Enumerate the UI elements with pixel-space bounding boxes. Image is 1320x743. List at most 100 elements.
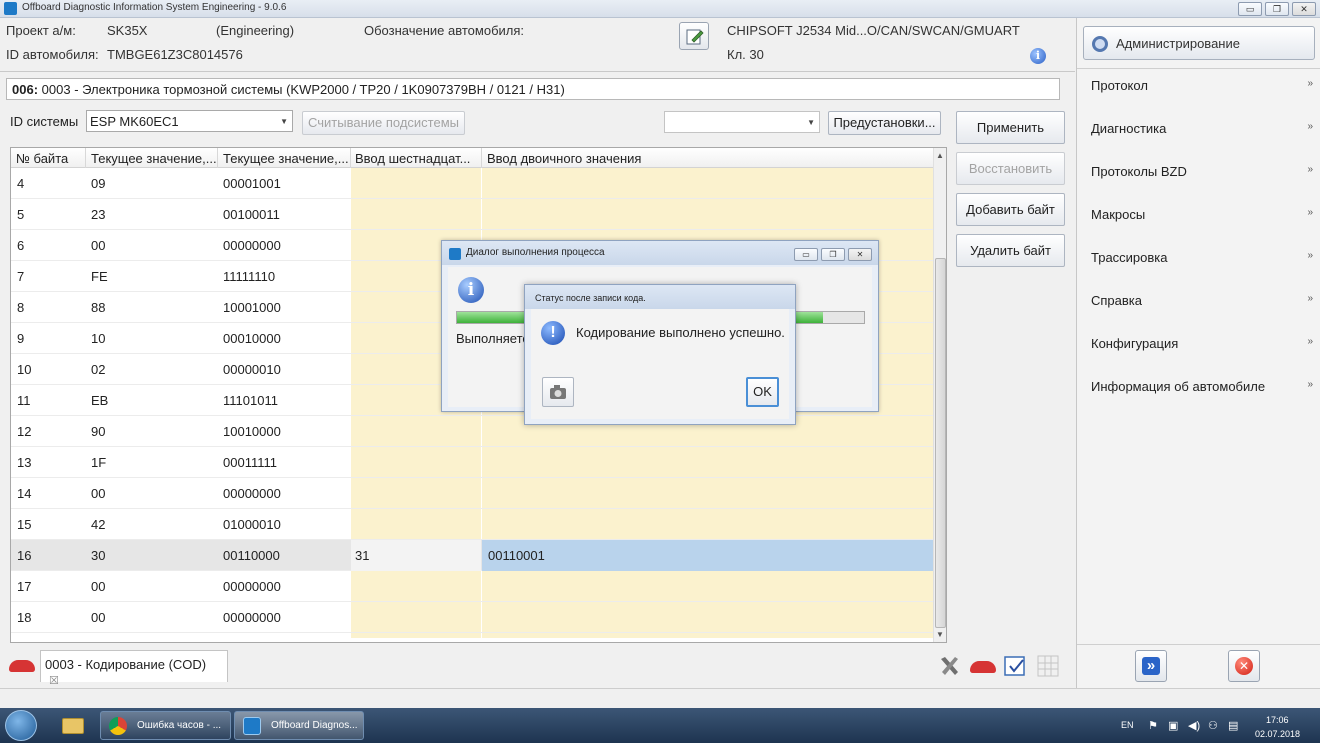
- keyboard-icon[interactable]: ▤: [1228, 719, 1238, 732]
- column-header[interactable]: Ввод двоичного значения: [487, 151, 927, 166]
- delete-byte-button[interactable]: Удалить байт: [956, 234, 1065, 267]
- taskbar-chrome-button[interactable]: Ошибка часов - ...: [100, 711, 231, 740]
- current-hex-cell: 02: [91, 362, 106, 377]
- table-row[interactable]: 13 1F 00011111: [11, 447, 933, 478]
- column-header[interactable]: Ввод шестнадцат...: [355, 151, 482, 166]
- column-divider: [217, 148, 218, 168]
- scrollbar-thumb[interactable]: [935, 258, 946, 628]
- window-titlebar: Offboard Diagnostic Information System E…: [0, 0, 1320, 18]
- scroll-up-icon[interactable]: ▲: [936, 151, 944, 160]
- current-binary-cell: 00110000: [223, 548, 280, 563]
- ok-button[interactable]: OK: [746, 377, 779, 407]
- current-binary-cell: 10001000: [223, 300, 281, 315]
- byte-number-cell: 12: [17, 424, 32, 439]
- status-dialog-body: ! Кодирование выполнено успешно. OK: [531, 309, 789, 419]
- taskbar-chrome-label: Ошибка часов - ...: [137, 720, 222, 731]
- chevron-down-icon: »: [1307, 121, 1313, 132]
- camera-icon: [550, 385, 566, 399]
- tab-close-icon[interactable]: ☒: [49, 675, 59, 687]
- screenshot-button[interactable]: [542, 377, 574, 407]
- administration-button[interactable]: Администрирование: [1083, 26, 1315, 60]
- hex-input-cell[interactable]: 31: [355, 548, 369, 563]
- nav-item-bzd-protocols[interactable]: Протоколы BZD »: [1091, 164, 1313, 184]
- byte-number-cell: 5: [17, 207, 25, 222]
- apply-button[interactable]: Применить: [956, 111, 1065, 144]
- windows-start-icon[interactable]: [5, 710, 37, 741]
- current-hex-cell: 10: [91, 331, 106, 346]
- clock-date[interactable]: 02.07.2018: [1255, 729, 1300, 739]
- nav-item-vehicle-info[interactable]: Информация об автомобиле »: [1091, 379, 1313, 399]
- table-header: № байта Текущее значение,... Текущее зна…: [11, 148, 933, 168]
- nav-item-label: Справка: [1091, 293, 1142, 308]
- chevron-down-icon: ▼: [807, 118, 815, 127]
- forward-button[interactable]: »: [1135, 650, 1167, 682]
- restore-button[interactable]: Восстановить: [956, 152, 1065, 185]
- usb-icon[interactable]: ⚇: [1208, 719, 1218, 732]
- exclamation-icon: !: [541, 321, 565, 345]
- grid-icon[interactable]: [1036, 654, 1060, 678]
- tab-coding[interactable]: 0003 - Кодирование (COD) ☒: [40, 650, 228, 687]
- progress-dialog-titlebar: Диалог выполнения процесса ▭ ❐ ✕: [442, 241, 878, 265]
- column-header[interactable]: № байта: [16, 151, 86, 166]
- byte-number-cell: 9: [17, 331, 25, 346]
- project-label: Проект а/м:: [6, 23, 76, 38]
- close-window-button[interactable]: ✕: [1292, 2, 1316, 16]
- flag-icon[interactable]: ⚑: [1148, 719, 1158, 732]
- table-row[interactable]: 4 09 00001001: [11, 168, 933, 199]
- taskbar-odis-button[interactable]: Offboard Diagnos...: [234, 711, 364, 740]
- table-row[interactable]: 5 23 00100011: [11, 199, 933, 230]
- device-icon[interactable]: ▣: [1168, 719, 1178, 732]
- binary-input-cell[interactable]: 00110001: [488, 548, 545, 563]
- tools-icon[interactable]: [938, 654, 962, 678]
- presets-button[interactable]: Предустановки...: [828, 111, 941, 135]
- table-row[interactable]: 18 00 00000000: [11, 602, 933, 633]
- current-binary-cell: 00000000: [223, 579, 281, 594]
- nav-item-configuration[interactable]: Конфигурация »: [1091, 336, 1313, 356]
- current-hex-cell: 00: [91, 579, 106, 594]
- close-dialog-button[interactable]: ✕: [848, 248, 872, 261]
- folder-icon[interactable]: [58, 711, 88, 740]
- table-row[interactable]: 14 00 00000000: [11, 478, 933, 509]
- minimize-button[interactable]: ▭: [1238, 2, 1262, 16]
- exit-button[interactable]: ✕: [1228, 650, 1260, 682]
- nav-item-protocol[interactable]: Протокол »: [1091, 78, 1313, 98]
- current-hex-cell: EB: [91, 393, 109, 408]
- table-row[interactable]: 15 42 01000010: [11, 509, 933, 540]
- byte-number-cell: 11: [17, 393, 31, 408]
- vertical-scrollbar[interactable]: ▲ ▼: [933, 148, 946, 642]
- progress-dialog-title: Диалог выполнения процесса: [466, 247, 605, 258]
- maximize-button[interactable]: ❐: [1265, 2, 1289, 16]
- minimize-button[interactable]: ▭: [794, 248, 818, 261]
- close-icon: ✕: [1235, 657, 1253, 675]
- clock-time[interactable]: 17:06: [1266, 715, 1289, 725]
- current-hex-cell: 00: [91, 610, 106, 625]
- info-icon[interactable]: i: [1030, 48, 1046, 64]
- nav-item-label: Протокол: [1091, 78, 1148, 93]
- volume-icon[interactable]: ◀): [1188, 719, 1200, 732]
- add-byte-button[interactable]: Добавить байт: [956, 193, 1065, 226]
- column-header[interactable]: Текущее значение,...: [223, 151, 351, 166]
- vehicle-designation-label: Обозначение автомобиля:: [364, 23, 525, 38]
- checklist-icon[interactable]: [1003, 654, 1027, 678]
- column-header[interactable]: Текущее значение,...: [91, 151, 217, 166]
- edit-vehicle-button[interactable]: [679, 22, 709, 50]
- system-id-select[interactable]: ESP MK60EC1 ▼: [86, 110, 293, 132]
- table-row[interactable]: 17 00 00000000: [11, 571, 933, 602]
- language-indicator[interactable]: EN: [1121, 720, 1134, 730]
- nav-item-label: Конфигурация: [1091, 336, 1179, 351]
- system-id-value: ESP MK60EC1: [90, 114, 179, 129]
- car-icon[interactable]: [970, 661, 996, 673]
- chevron-down-icon: »: [1307, 250, 1313, 261]
- nav-item-tracing[interactable]: Трассировка »: [1091, 250, 1313, 270]
- chevron-down-icon: »: [1307, 78, 1313, 89]
- document-tabbar: 0003 - Кодирование (COD) ☒: [0, 648, 1075, 688]
- nav-item-help[interactable]: Справка »: [1091, 293, 1313, 313]
- preset-select[interactable]: ▼: [664, 111, 820, 133]
- nav-item-diagnostics[interactable]: Диагностика »: [1091, 121, 1313, 141]
- read-subsystem-button[interactable]: Считывание подсистемы: [302, 111, 465, 135]
- current-hex-cell: 88: [91, 300, 106, 315]
- maximize-button[interactable]: ❐: [821, 248, 845, 261]
- scroll-down-icon[interactable]: ▼: [936, 630, 944, 639]
- nav-item-macros[interactable]: Макросы »: [1091, 207, 1313, 227]
- table-row[interactable]: 16 30 00110000 31 00110001: [11, 540, 933, 571]
